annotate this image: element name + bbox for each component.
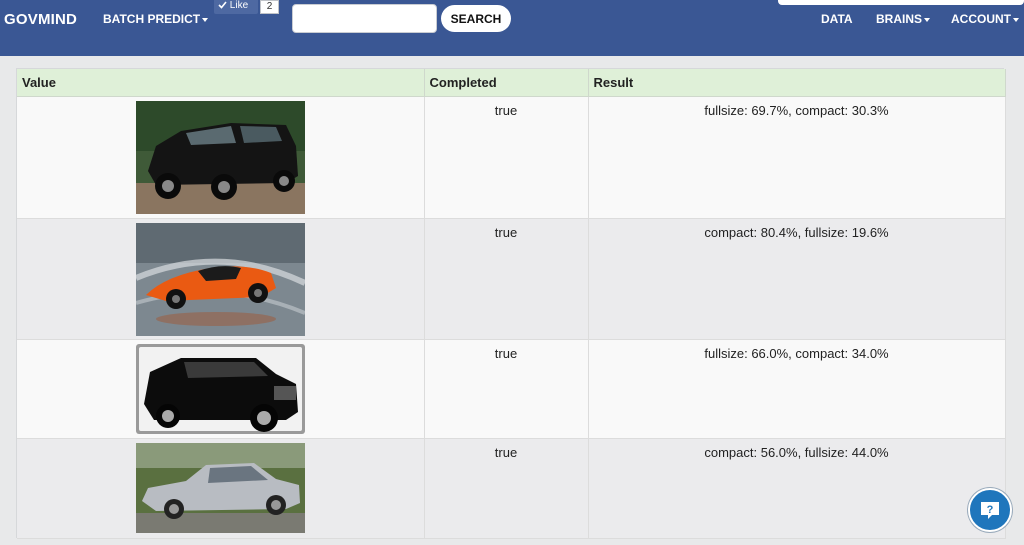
value-cell — [17, 438, 425, 539]
dropdown-edge — [778, 0, 1024, 5]
table-row: true fullsize: 66.0%, compact: 34.0% — [17, 339, 1006, 439]
table-row: true compact: 80.4%, fullsize: 19.6% — [17, 218, 1006, 340]
car-image-black-suv — [135, 100, 305, 214]
top-navbar: GOVMIND BATCH PREDICT Like 2 SEARCH DATA… — [0, 0, 1024, 56]
chevron-down-icon — [1013, 17, 1019, 22]
value-cell — [17, 339, 425, 439]
chevron-down-icon — [202, 17, 209, 22]
account-menu[interactable]: ACCOUNT — [951, 12, 1019, 26]
car-image-orange-sports-car — [135, 222, 305, 336]
chevron-down-icon — [924, 17, 931, 22]
result-cell: compact: 80.4%, fullsize: 19.6% — [588, 218, 1006, 340]
like-button[interactable]: Like — [214, 0, 258, 14]
completed-cell: true — [424, 218, 589, 340]
car-image-silver-sedan — [135, 442, 305, 533]
checkmark-icon — [218, 1, 227, 9]
help-chat-button[interactable]: ? — [968, 488, 1012, 532]
result-cell: compact: 56.0%, fullsize: 44.0% — [588, 438, 1006, 539]
column-header-completed: Completed — [424, 69, 589, 97]
question-icon: ? — [981, 502, 999, 519]
value-cell — [17, 96, 425, 219]
column-header-result: Result — [588, 69, 1006, 97]
completed-cell: true — [424, 438, 589, 539]
search-input[interactable] — [292, 4, 437, 33]
like-count-bubble: 2 — [260, 0, 279, 14]
table-row: true fullsize: 69.7%, compact: 30.3% — [17, 96, 1006, 219]
brains-menu[interactable]: BRAINS — [876, 12, 931, 26]
brand-logo[interactable]: GOVMIND — [4, 11, 77, 28]
like-label: Like — [229, 0, 249, 11]
column-header-value: Value — [17, 69, 425, 97]
result-cell: fullsize: 66.0%, compact: 34.0% — [588, 339, 1006, 439]
account-label: ACCOUNT — [951, 12, 1011, 26]
svg-text:?: ? — [987, 504, 994, 516]
completed-cell: true — [424, 339, 589, 439]
table-row: true compact: 56.0%, fullsize: 44.0% — [17, 438, 1006, 539]
completed-cell: true — [424, 96, 589, 219]
table-header-row: Value Completed Result — [17, 69, 1006, 97]
data-nav-link[interactable]: DATA — [821, 12, 853, 26]
car-image-black-fullsize-suv — [135, 343, 305, 434]
brains-label: BRAINS — [876, 12, 923, 26]
result-cell: fullsize: 69.7%, compact: 30.3% — [588, 96, 1006, 219]
results-table-container: Value Completed Result true fullsize: 69… — [16, 68, 1006, 539]
results-table: Value Completed Result true fullsize: 69… — [17, 69, 1006, 539]
batch-predict-menu[interactable]: BATCH PREDICT — [103, 12, 209, 26]
batch-predict-label: BATCH PREDICT — [103, 12, 201, 26]
value-cell — [17, 218, 425, 340]
search-button[interactable]: SEARCH — [441, 5, 511, 32]
